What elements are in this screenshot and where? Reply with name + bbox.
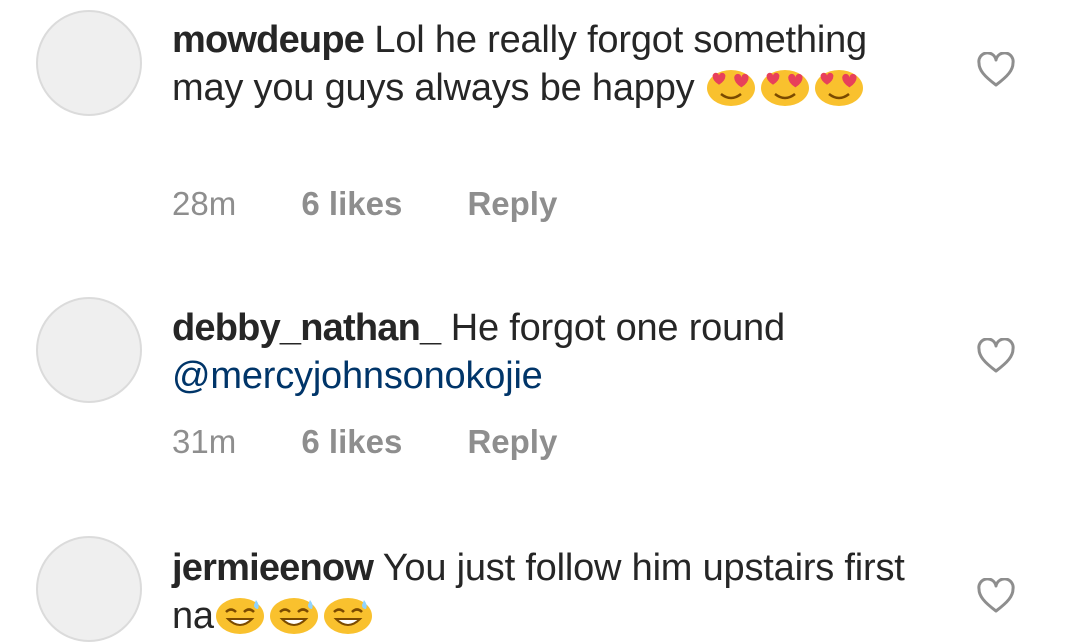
- avatar[interactable]: [36, 10, 142, 116]
- comment-item: mowdeupe Lol he really forgot something …: [0, 0, 1080, 260]
- comment-username[interactable]: jermieenow: [172, 547, 374, 589]
- smiling-face-with-heart-eyes-icon: [814, 70, 863, 106]
- comment-item: jermieenow You just follow him upstairs …: [0, 520, 1080, 642]
- comment-body: debby_nathan_ He forgot one round @mercy…: [172, 304, 932, 400]
- mention-link[interactable]: @mercyjohnsonokojie: [172, 355, 543, 397]
- comment-meta: 31m 6 likes Reply: [172, 422, 613, 462]
- likes-count[interactable]: 6 likes: [301, 423, 402, 460]
- avatar[interactable]: [36, 297, 142, 403]
- likes-count[interactable]: 6 likes: [301, 185, 402, 222]
- smiling-face-with-heart-eyes-icon: [706, 70, 755, 106]
- heart-outline-icon[interactable]: [976, 578, 1016, 614]
- comment-item: debby_nathan_ He forgot one round @mercy…: [0, 280, 1080, 510]
- comment-body: jermieenow You just follow him upstairs …: [172, 544, 932, 640]
- heart-outline-icon[interactable]: [976, 338, 1016, 374]
- comment-username[interactable]: debby_nathan_: [172, 307, 441, 349]
- comment-username[interactable]: mowdeupe: [172, 19, 365, 61]
- comment-timestamp: 28m: [172, 185, 237, 222]
- avatar[interactable]: [36, 536, 142, 642]
- comment-timestamp: 31m: [172, 423, 237, 460]
- grinning-face-with-sweat-icon: [323, 598, 372, 634]
- comment-meta: 28m 6 likes Reply: [172, 184, 613, 224]
- reply-button[interactable]: Reply: [467, 423, 557, 460]
- heart-outline-icon[interactable]: [976, 52, 1016, 88]
- grinning-face-with-sweat-icon: [269, 598, 318, 634]
- comment-text: He forgot one round: [450, 307, 785, 349]
- comment-body: mowdeupe Lol he really forgot something …: [172, 16, 932, 112]
- grinning-face-with-sweat-icon: [215, 598, 264, 634]
- reply-button[interactable]: Reply: [467, 185, 557, 222]
- smiling-face-with-heart-eyes-icon: [760, 70, 809, 106]
